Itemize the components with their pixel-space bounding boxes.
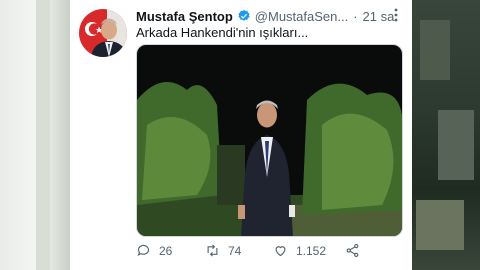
share-button[interactable] [345,243,368,258]
avatar[interactable] [79,9,127,57]
share-icon [346,244,359,257]
tweet-photo[interactable] [136,44,403,237]
separator-dot: · [353,8,358,24]
tweet-actions: 26 74 1.152 [136,243,401,261]
author-handle[interactable]: @MustafaSen... [255,9,348,24]
background-left [0,0,70,270]
reply-button[interactable]: 26 [136,243,172,258]
reply-count: 26 [159,243,173,258]
like-count: 1.152 [296,243,327,258]
like-icon [275,246,286,257]
more-icon[interactable] [394,8,398,22]
background-bar [36,0,50,270]
tweet-card: Mustafa Şentop @MustafaSen... · 21 sa Ar… [70,0,412,270]
background-right [412,0,480,270]
retweet-button[interactable]: 74 [205,243,241,258]
verified-badge-icon [238,9,250,21]
retweet-count: 74 [228,243,242,258]
background-block [420,20,450,80]
reply-icon [137,244,150,257]
author-name[interactable]: Mustafa Şentop [136,9,233,24]
background-block [416,200,464,250]
retweet-icon [207,244,218,257]
tweet-text: Arkada Hankendi'nin ışıkları... [136,25,309,40]
tweet-timestamp[interactable]: 21 sa [363,9,395,24]
like-button[interactable]: 1.152 [273,243,326,258]
background-block [438,110,474,180]
